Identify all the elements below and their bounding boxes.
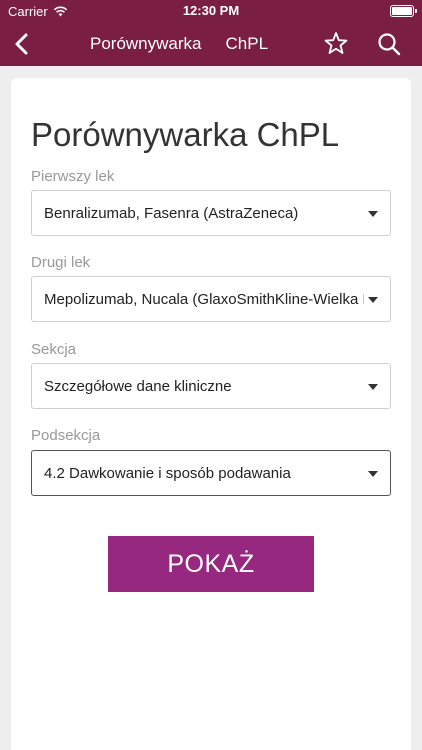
status-bar: Carrier 12:30 PM [0,0,422,22]
section-label: Sekcja [31,341,77,358]
battery-icon [390,5,417,17]
section-select[interactable]: Szczegółowe dane kliniczne [31,363,391,409]
status-time: 12:30 PM [182,3,240,18]
nav-title: Porównywarka ChPL [90,34,268,54]
chevron-down-icon [368,384,378,390]
first-drug-value: Benralizumab, Fasenra (AstraZeneca) [44,205,299,222]
nav-title-main: Porównywarka [90,34,202,53]
nav-title-sub: ChPL [225,34,269,53]
nav-bar: Porównywarka ChPL [0,22,422,66]
show-button[interactable]: POKAŻ [108,536,314,592]
subsection-label: Podsekcja [31,427,101,444]
chevron-down-icon [368,297,378,303]
first-drug-label: Pierwszy lek [31,168,115,185]
search-icon[interactable] [375,30,403,58]
app-header: Carrier 12:30 PM Porównywarka ChPL [0,0,422,66]
chevron-down-icon [368,211,378,217]
second-drug-select[interactable]: Mepolizumab, Nucala (GlaxoSmithKline-Wie… [31,276,391,322]
first-drug-select[interactable]: Benralizumab, Fasenra (AstraZeneca) [31,190,391,236]
subsection-value: 4.2 Dawkowanie i sposób podawania [44,465,291,482]
back-arrow-icon[interactable] [8,30,36,58]
subsection-select[interactable]: 4.2 Dawkowanie i sposób podawania [31,450,391,496]
comparison-card: Porównywarka ChPL Pierwszy lek Benralizu… [11,78,411,750]
section-value: Szczegółowe dane kliniczne [44,378,232,395]
second-drug-label: Drugi lek [31,254,91,271]
star-icon[interactable] [322,30,350,58]
second-drug-value: Mepolizumab, Nucala (GlaxoSmithKline-Wie… [44,291,364,308]
chevron-down-icon [368,471,378,477]
page-title: Porównywarka ChPL [31,116,340,153]
